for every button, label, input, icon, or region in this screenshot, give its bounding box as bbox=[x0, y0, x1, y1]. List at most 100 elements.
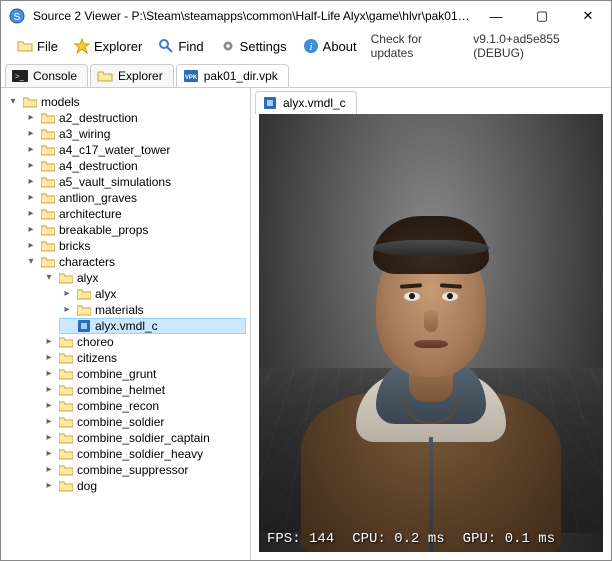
tree-label: combine_helmet bbox=[77, 383, 165, 397]
file-tree[interactable]: ▾ models ▸a2_destruction▸a3_wiring▸a4_c1… bbox=[1, 88, 251, 560]
chevron-right-icon: ▸ bbox=[43, 336, 55, 348]
toolbar-explorer-label: Explorer bbox=[94, 39, 142, 54]
folder-icon bbox=[59, 384, 73, 396]
tree-folder-characters[interactable]: ▾ characters bbox=[23, 254, 246, 270]
viewer-tabs: alyx.vmdl_c bbox=[251, 88, 611, 114]
tree-folder[interactable]: ▸breakable_props bbox=[23, 222, 246, 238]
model-file-icon bbox=[262, 95, 278, 111]
folder-open-icon bbox=[41, 256, 55, 268]
app-icon: S bbox=[9, 8, 25, 24]
tab-vpk[interactable]: VPK pak01_dir.vpk bbox=[176, 64, 289, 87]
folder-icon bbox=[59, 480, 73, 492]
tree-folder[interactable]: ▸architecture bbox=[23, 206, 246, 222]
tree-folder[interactable]: ▸combine_helmet bbox=[41, 382, 246, 398]
toolbar-find[interactable]: Find bbox=[152, 36, 209, 56]
main-tabs: >_ Console Explorer VPK pak01_dir.vpk bbox=[1, 61, 611, 87]
tree-folder[interactable]: ▸alyx bbox=[59, 286, 246, 302]
tree-label: combine_grunt bbox=[77, 367, 156, 381]
chevron-right-icon: ▸ bbox=[43, 432, 55, 444]
close-button[interactable]: ✕ bbox=[565, 1, 611, 31]
cpu-value: 0.2 ms bbox=[394, 531, 444, 547]
tab-vpk-label: pak01_dir.vpk bbox=[204, 69, 278, 83]
tree-label: alyx bbox=[77, 271, 98, 285]
version-label: v9.1.0+ad5e855 (DEBUG) bbox=[473, 32, 601, 60]
tab-explorer[interactable]: Explorer bbox=[90, 64, 174, 87]
chevron-right-icon: ▸ bbox=[43, 448, 55, 460]
tree-label: combine_recon bbox=[77, 399, 159, 413]
folder-icon bbox=[59, 352, 73, 364]
tree-folder[interactable]: ▸a4_destruction bbox=[23, 158, 246, 174]
titlebar: S Source 2 Viewer - P:\Steam\steamapps\c… bbox=[1, 1, 611, 31]
folder-icon bbox=[59, 416, 73, 428]
tree-folder[interactable]: ▸citizens bbox=[41, 350, 246, 366]
folder-icon bbox=[41, 208, 55, 220]
tree-folder[interactable]: ▸choreo bbox=[41, 334, 246, 350]
tree-label: alyx bbox=[95, 287, 116, 301]
chevron-right-icon: ▸ bbox=[25, 112, 37, 124]
toolbar-file[interactable]: File bbox=[11, 36, 64, 56]
folder-icon bbox=[41, 224, 55, 236]
info-icon: i bbox=[303, 38, 319, 54]
tree-folder[interactable]: ▸a4_c17_water_tower bbox=[23, 142, 246, 158]
toolbar-settings[interactable]: Settings bbox=[214, 36, 293, 56]
tree-folder[interactable]: ▸combine_grunt bbox=[41, 366, 246, 382]
chevron-right-icon: ▸ bbox=[25, 192, 37, 204]
folder-open-icon bbox=[59, 272, 73, 284]
tree-folder[interactable]: ▸combine_suppressor bbox=[41, 462, 246, 478]
check-updates-link[interactable]: Check for updates bbox=[371, 32, 460, 60]
tree-folder[interactable]: ▸a5_vault_simulations bbox=[23, 174, 246, 190]
folder-icon bbox=[77, 304, 91, 316]
tree-folder[interactable]: ▸bricks bbox=[23, 238, 246, 254]
tree-folder[interactable]: ▸ a2_destruction bbox=[23, 110, 246, 126]
folder-icon bbox=[59, 464, 73, 476]
tab-console[interactable]: >_ Console bbox=[5, 64, 88, 87]
chevron-right-icon: ▸ bbox=[43, 416, 55, 428]
app-window: S Source 2 Viewer - P:\Steam\steamapps\c… bbox=[0, 0, 612, 561]
model-viewport[interactable]: FPS: 144 CPU: 0.2 ms GPU: 0.1 ms bbox=[259, 114, 603, 552]
tree-label: a4_c17_water_tower bbox=[59, 143, 170, 157]
fps-value: 144 bbox=[309, 531, 334, 547]
toolbar-explorer[interactable]: Explorer bbox=[68, 36, 148, 56]
chevron-down-icon: ▾ bbox=[43, 272, 55, 284]
main-toolbar: File Explorer Find Settings i About Chec… bbox=[1, 31, 611, 61]
tree-folder[interactable]: ▸combine_soldier_heavy bbox=[41, 446, 246, 462]
tree-label: materials bbox=[95, 303, 144, 317]
tree-file[interactable]: alyx.vmdl_c bbox=[59, 318, 246, 334]
tree-label: combine_soldier_captain bbox=[77, 431, 210, 445]
tree-label: combine_suppressor bbox=[77, 463, 188, 477]
minimize-button[interactable]: — bbox=[473, 1, 519, 31]
star-icon bbox=[74, 38, 90, 54]
tree-label: a4_destruction bbox=[59, 159, 138, 173]
folder-icon bbox=[41, 240, 55, 252]
toolbar-about[interactable]: i About bbox=[297, 36, 363, 56]
chevron-right-icon: ▸ bbox=[25, 208, 37, 220]
toolbar-about-label: About bbox=[323, 39, 357, 54]
viewer-tab-label: alyx.vmdl_c bbox=[283, 96, 346, 110]
chevron-right-icon: ▸ bbox=[43, 480, 55, 492]
tree-folder-alyx[interactable]: ▾ alyx bbox=[41, 270, 246, 286]
viewer-panel: alyx.vmdl_c bbox=[251, 88, 611, 560]
maximize-button[interactable]: ▢ bbox=[519, 1, 565, 31]
tree-folder[interactable]: ▸a3_wiring bbox=[23, 126, 246, 142]
toolbar-find-label: Find bbox=[178, 39, 203, 54]
fps-label: FPS: bbox=[267, 531, 301, 547]
tree-folder[interactable]: ▸ dog bbox=[41, 478, 246, 494]
chevron-right-icon: ▸ bbox=[43, 352, 55, 364]
tree-root[interactable]: ▾ models bbox=[5, 94, 246, 110]
folder-icon bbox=[23, 96, 37, 108]
folder-icon bbox=[41, 144, 55, 156]
folder-icon bbox=[59, 448, 73, 460]
folder-icon bbox=[41, 112, 55, 124]
tree-label: a2_destruction bbox=[59, 111, 138, 125]
tree-folder[interactable]: ▸combine_recon bbox=[41, 398, 246, 414]
tree-folder[interactable]: ▸antlion_graves bbox=[23, 190, 246, 206]
tree-folder[interactable]: ▸materials bbox=[59, 302, 246, 318]
tree-label: dog bbox=[77, 479, 97, 493]
gpu-value: 0.1 ms bbox=[505, 531, 555, 547]
tree-folder[interactable]: ▸ combine_soldier_captain bbox=[41, 430, 246, 446]
tree-folder[interactable]: ▸combine_soldier bbox=[41, 414, 246, 430]
cpu-label: CPU: bbox=[352, 531, 386, 547]
viewer-tab-model[interactable]: alyx.vmdl_c bbox=[255, 91, 357, 114]
folder-icon bbox=[41, 192, 55, 204]
folder-icon bbox=[77, 288, 91, 300]
